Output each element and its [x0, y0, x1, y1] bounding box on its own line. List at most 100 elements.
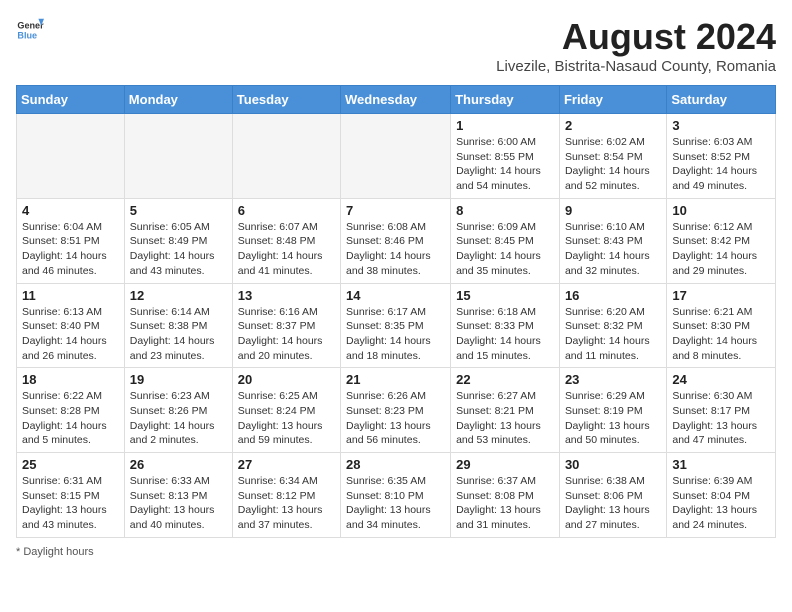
day-info: Sunrise: 6:03 AM Sunset: 8:52 PM Dayligh…	[672, 135, 770, 194]
calendar-cell	[17, 114, 125, 199]
calendar-cell	[124, 114, 232, 199]
day-number: 18	[22, 372, 119, 387]
day-number: 7	[346, 203, 445, 218]
calendar-cell: 27 Sunrise: 6:34 AM Sunset: 8:12 PM Dayli…	[232, 453, 340, 538]
day-number: 30	[565, 457, 661, 472]
day-info: Sunrise: 6:21 AM Sunset: 8:30 PM Dayligh…	[672, 305, 770, 364]
calendar-week-1: 1 Sunrise: 6:00 AM Sunset: 8:55 PM Daylig…	[17, 114, 776, 199]
calendar-cell: 29 Sunrise: 6:37 AM Sunset: 8:08 PM Dayli…	[451, 453, 560, 538]
day-info: Sunrise: 6:10 AM Sunset: 8:43 PM Dayligh…	[565, 220, 661, 279]
day-info: Sunrise: 6:02 AM Sunset: 8:54 PM Dayligh…	[565, 135, 661, 194]
day-number: 14	[346, 288, 445, 303]
calendar-cell: 31 Sunrise: 6:39 AM Sunset: 8:04 PM Dayli…	[667, 453, 776, 538]
calendar-cell: 5 Sunrise: 6:05 AM Sunset: 8:49 PM Daylig…	[124, 198, 232, 283]
logo-icon: General Blue	[16, 16, 44, 44]
calendar-cell: 26 Sunrise: 6:33 AM Sunset: 8:13 PM Dayli…	[124, 453, 232, 538]
day-number: 29	[456, 457, 554, 472]
calendar-cell: 7 Sunrise: 6:08 AM Sunset: 8:46 PM Daylig…	[341, 198, 451, 283]
day-number: 17	[672, 288, 770, 303]
day-info: Sunrise: 6:09 AM Sunset: 8:45 PM Dayligh…	[456, 220, 554, 279]
weekday-header-row: SundayMondayTuesdayWednesdayThursdayFrid…	[17, 86, 776, 114]
day-info: Sunrise: 6:08 AM Sunset: 8:46 PM Dayligh…	[346, 220, 445, 279]
day-number: 23	[565, 372, 661, 387]
calendar-week-2: 4 Sunrise: 6:04 AM Sunset: 8:51 PM Daylig…	[17, 198, 776, 283]
calendar-cell: 6 Sunrise: 6:07 AM Sunset: 8:48 PM Daylig…	[232, 198, 340, 283]
weekday-header-thursday: Thursday	[451, 86, 560, 114]
calendar-cell: 23 Sunrise: 6:29 AM Sunset: 8:19 PM Dayli…	[559, 368, 666, 453]
day-info: Sunrise: 6:27 AM Sunset: 8:21 PM Dayligh…	[456, 389, 554, 448]
calendar-cell: 3 Sunrise: 6:03 AM Sunset: 8:52 PM Daylig…	[667, 114, 776, 199]
day-info: Sunrise: 6:12 AM Sunset: 8:42 PM Dayligh…	[672, 220, 770, 279]
day-number: 8	[456, 203, 554, 218]
day-number: 26	[130, 457, 227, 472]
logo: General Blue	[16, 16, 44, 44]
calendar-cell: 10 Sunrise: 6:12 AM Sunset: 8:42 PM Dayli…	[667, 198, 776, 283]
calendar-table: SundayMondayTuesdayWednesdayThursdayFrid…	[16, 85, 776, 538]
svg-text:Blue: Blue	[17, 30, 37, 40]
day-number: 21	[346, 372, 445, 387]
day-info: Sunrise: 6:22 AM Sunset: 8:28 PM Dayligh…	[22, 389, 119, 448]
calendar-cell: 17 Sunrise: 6:21 AM Sunset: 8:30 PM Dayli…	[667, 283, 776, 368]
day-info: Sunrise: 6:05 AM Sunset: 8:49 PM Dayligh…	[130, 220, 227, 279]
weekday-header-sunday: Sunday	[17, 86, 125, 114]
day-info: Sunrise: 6:35 AM Sunset: 8:10 PM Dayligh…	[346, 474, 445, 533]
day-number: 3	[672, 118, 770, 133]
day-number: 13	[238, 288, 335, 303]
calendar-cell: 16Sunrise: 6:20 AM Sunset: 8:32 PM Dayli…	[559, 283, 666, 368]
day-info: Sunrise: 6:00 AM Sunset: 8:55 PM Dayligh…	[456, 135, 554, 194]
calendar-week-4: 18 Sunrise: 6:22 AM Sunset: 8:28 PM Dayli…	[17, 368, 776, 453]
calendar-cell: 20 Sunrise: 6:25 AM Sunset: 8:24 PM Dayli…	[232, 368, 340, 453]
day-number: 1	[456, 118, 554, 133]
day-info: Sunrise: 6:39 AM Sunset: 8:04 PM Dayligh…	[672, 474, 770, 533]
calendar-cell: 2 Sunrise: 6:02 AM Sunset: 8:54 PM Daylig…	[559, 114, 666, 199]
day-info: Sunrise: 6:16 AM Sunset: 8:37 PM Dayligh…	[238, 305, 335, 364]
day-number: 25	[22, 457, 119, 472]
calendar-cell: 9 Sunrise: 6:10 AM Sunset: 8:43 PM Daylig…	[559, 198, 666, 283]
calendar-cell: 13 Sunrise: 6:16 AM Sunset: 8:37 PM Dayli…	[232, 283, 340, 368]
day-info: Sunrise: 6:29 AM Sunset: 8:19 PM Dayligh…	[565, 389, 661, 448]
day-number: 6	[238, 203, 335, 218]
day-info: Sunrise: 6:34 AM Sunset: 8:12 PM Dayligh…	[238, 474, 335, 533]
calendar-cell: 28 Sunrise: 6:35 AM Sunset: 8:10 PM Dayli…	[341, 453, 451, 538]
calendar-cell: 14 Sunrise: 6:17 AM Sunset: 8:35 PM Dayli…	[341, 283, 451, 368]
calendar-cell: 12 Sunrise: 6:14 AM Sunset: 8:38 PM Dayli…	[124, 283, 232, 368]
day-info: Sunrise: 6:17 AM Sunset: 8:35 PM Dayligh…	[346, 305, 445, 364]
day-number: 11	[22, 288, 119, 303]
day-number: 16	[565, 288, 661, 303]
location: Livezile, Bistrita-Nasaud County, Romani…	[496, 58, 776, 75]
day-number: 31	[672, 457, 770, 472]
day-number: 12	[130, 288, 227, 303]
calendar-cell: 15 Sunrise: 6:18 AM Sunset: 8:33 PM Dayli…	[451, 283, 560, 368]
day-info: Sunrise: 6:26 AM Sunset: 8:23 PM Dayligh…	[346, 389, 445, 448]
calendar-week-3: 11Sunrise: 6:13 AM Sunset: 8:40 PM Dayli…	[17, 283, 776, 368]
day-number: 2	[565, 118, 661, 133]
weekday-header-wednesday: Wednesday	[341, 86, 451, 114]
footer-note: * Daylight hours	[16, 546, 776, 558]
day-info: Sunrise: 6:04 AM Sunset: 8:51 PM Dayligh…	[22, 220, 119, 279]
day-info: Sunrise: 6:14 AM Sunset: 8:38 PM Dayligh…	[130, 305, 227, 364]
day-info: Sunrise: 6:38 AM Sunset: 8:06 PM Dayligh…	[565, 474, 661, 533]
day-number: 28	[346, 457, 445, 472]
day-info: Sunrise: 6:18 AM Sunset: 8:33 PM Dayligh…	[456, 305, 554, 364]
day-number: 10	[672, 203, 770, 218]
day-number: 20	[238, 372, 335, 387]
day-info: Sunrise: 6:23 AM Sunset: 8:26 PM Dayligh…	[130, 389, 227, 448]
day-info: Sunrise: 6:37 AM Sunset: 8:08 PM Dayligh…	[456, 474, 554, 533]
weekday-header-monday: Monday	[124, 86, 232, 114]
day-number: 15	[456, 288, 554, 303]
day-number: 27	[238, 457, 335, 472]
calendar-week-5: 25Sunrise: 6:31 AM Sunset: 8:15 PM Dayli…	[17, 453, 776, 538]
calendar-cell: 4 Sunrise: 6:04 AM Sunset: 8:51 PM Daylig…	[17, 198, 125, 283]
day-number: 5	[130, 203, 227, 218]
calendar-cell: 22 Sunrise: 6:27 AM Sunset: 8:21 PM Dayli…	[451, 368, 560, 453]
day-number: 22	[456, 372, 554, 387]
day-number: 4	[22, 203, 119, 218]
calendar-cell: 30 Sunrise: 6:38 AM Sunset: 8:06 PM Dayli…	[559, 453, 666, 538]
day-info: Sunrise: 6:07 AM Sunset: 8:48 PM Dayligh…	[238, 220, 335, 279]
day-info: Sunrise: 6:33 AM Sunset: 8:13 PM Dayligh…	[130, 474, 227, 533]
day-info: Sunrise: 6:25 AM Sunset: 8:24 PM Dayligh…	[238, 389, 335, 448]
day-number: 9	[565, 203, 661, 218]
day-number: 24	[672, 372, 770, 387]
calendar-cell	[232, 114, 340, 199]
calendar-cell: 19Sunrise: 6:23 AM Sunset: 8:26 PM Dayli…	[124, 368, 232, 453]
